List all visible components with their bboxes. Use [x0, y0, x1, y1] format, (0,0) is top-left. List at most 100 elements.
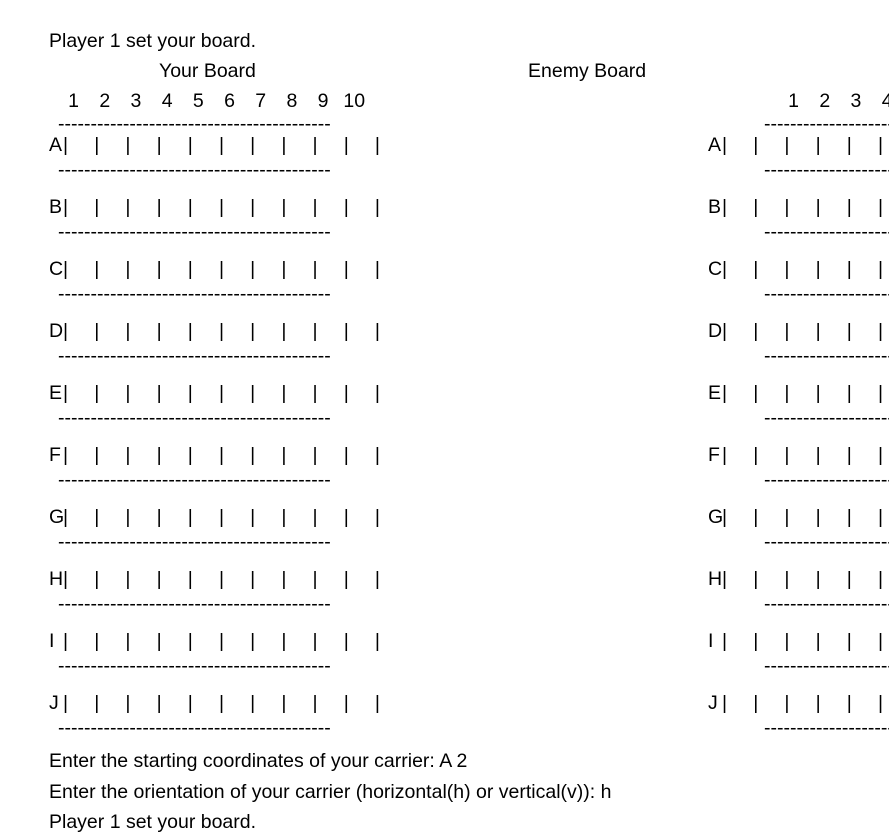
your-board-cell-C7[interactable]: | [250, 258, 281, 280]
your-board-cell-F7[interactable]: | [250, 444, 281, 466]
your-board-cell-H3[interactable]: | [125, 568, 156, 590]
your-board-cell-G4[interactable]: | [157, 506, 188, 528]
your-board-cell-I1[interactable]: | [63, 630, 94, 652]
your-board-cell-C5[interactable]: | [188, 258, 219, 280]
your-board-cell-C9[interactable]: | [313, 258, 344, 280]
enemy-board-cell-C2[interactable]: | [753, 258, 784, 280]
enemy-board-cell-F3[interactable]: | [784, 444, 815, 466]
your-board-cell-C4[interactable]: | [157, 258, 188, 280]
enemy-board-cell-H3[interactable]: | [784, 568, 815, 590]
your-board-cell-B1[interactable]: | [63, 196, 94, 218]
your-board-cell-J5[interactable]: | [188, 692, 219, 714]
your-board-cell-D6[interactable]: | [219, 320, 250, 342]
enemy-board-cell-G3[interactable]: | [784, 506, 815, 528]
your-board-cell-C2[interactable]: | [94, 258, 125, 280]
your-board-cell-A3[interactable]: | [125, 134, 156, 156]
enemy-board-cell-D5[interactable]: | [847, 320, 878, 342]
your-board-cell-C8[interactable]: | [281, 258, 312, 280]
enemy-board-cell-F1[interactable]: | [722, 444, 753, 466]
your-board-cell-G9[interactable]: | [313, 506, 344, 528]
enemy-board-cell-J4[interactable]: | [816, 692, 847, 714]
enemy-board-cell-D3[interactable]: | [784, 320, 815, 342]
enemy-board-cell-G2[interactable]: | [753, 506, 784, 528]
your-board-cell-D4[interactable]: | [157, 320, 188, 342]
your-board-cell-I3[interactable]: | [125, 630, 156, 652]
enemy-board-cell-H1[interactable]: | [722, 568, 753, 590]
enemy-board-cell-E1[interactable]: | [722, 382, 753, 404]
enemy-board-cell-J1[interactable]: | [722, 692, 753, 714]
your-board-cell-B9[interactable]: | [313, 196, 344, 218]
your-board-cell-E1[interactable]: | [63, 382, 94, 404]
enemy-board-cell-E2[interactable]: | [753, 382, 784, 404]
enemy-board-cell-I5[interactable]: | [847, 630, 878, 652]
enemy-board-cell-A1[interactable]: | [722, 134, 753, 156]
enemy-board-cell-G1[interactable]: | [722, 506, 753, 528]
your-board-cell-B3[interactable]: | [125, 196, 156, 218]
your-board-cell-E5[interactable]: | [188, 382, 219, 404]
enemy-board-cell-G6[interactable]: | [878, 506, 889, 528]
enemy-board-cell-I2[interactable]: | [753, 630, 784, 652]
your-board-cell-I5[interactable]: | [188, 630, 219, 652]
your-board-cell-F4[interactable]: | [157, 444, 188, 466]
your-board-cell-F6[interactable]: | [219, 444, 250, 466]
your-board-cell-J1[interactable]: | [63, 692, 94, 714]
enemy-board-cell-I6[interactable]: | [878, 630, 889, 652]
your-board-cell-A1[interactable]: | [63, 134, 94, 156]
enemy-board-cell-E6[interactable]: | [878, 382, 889, 404]
your-board-cell-J4[interactable]: | [157, 692, 188, 714]
your-board-cell-C1[interactable]: | [63, 258, 94, 280]
enemy-board-cell-E4[interactable]: | [816, 382, 847, 404]
enemy-board-cell-A2[interactable]: | [753, 134, 784, 156]
your-board-cell-E4[interactable]: | [157, 382, 188, 404]
your-board-cell-B2[interactable]: | [94, 196, 125, 218]
your-board-cell-C6[interactable]: | [219, 258, 250, 280]
enemy-board-cell-H6[interactable]: | [878, 568, 889, 590]
your-board-cell-A5[interactable]: | [188, 134, 219, 156]
your-board-cell-A10[interactable]: | [344, 134, 375, 156]
your-board-cell-C3[interactable]: | [125, 258, 156, 280]
enemy-board-cell-J6[interactable]: | [878, 692, 889, 714]
your-board-cell-D9[interactable]: | [313, 320, 344, 342]
enemy-board-cell-H2[interactable]: | [753, 568, 784, 590]
your-board-cell-G10[interactable]: | [344, 506, 375, 528]
your-board-cell-A9[interactable]: | [313, 134, 344, 156]
enemy-board-cell-C4[interactable]: | [816, 258, 847, 280]
your-board-cell-B4[interactable]: | [157, 196, 188, 218]
enemy-board-cell-I4[interactable]: | [816, 630, 847, 652]
your-board-cell-G3[interactable]: | [125, 506, 156, 528]
your-board-cell-F9[interactable]: | [313, 444, 344, 466]
your-board-cell-J6[interactable]: | [219, 692, 250, 714]
your-board-cell-E3[interactable]: | [125, 382, 156, 404]
enemy-board-cell-D4[interactable]: | [816, 320, 847, 342]
enemy-board-cell-J2[interactable]: | [753, 692, 784, 714]
your-board-cell-G8[interactable]: | [281, 506, 312, 528]
enemy-board-cell-D1[interactable]: | [722, 320, 753, 342]
enemy-board-cell-C3[interactable]: | [784, 258, 815, 280]
your-board-cell-E9[interactable]: | [313, 382, 344, 404]
your-board-cell-E10[interactable]: | [344, 382, 375, 404]
enemy-board-cell-F4[interactable]: | [816, 444, 847, 466]
your-board-cell-G5[interactable]: | [188, 506, 219, 528]
your-board-cell-J9[interactable]: | [313, 692, 344, 714]
your-board-cell-A7[interactable]: | [250, 134, 281, 156]
your-board-cell-F1[interactable]: | [63, 444, 94, 466]
your-board-cell-F5[interactable]: | [188, 444, 219, 466]
your-board-cell-D8[interactable]: | [281, 320, 312, 342]
your-board-cell-F2[interactable]: | [94, 444, 125, 466]
your-board-cell-B5[interactable]: | [188, 196, 219, 218]
your-board-cell-A6[interactable]: | [219, 134, 250, 156]
your-board-cell-I8[interactable]: | [281, 630, 312, 652]
enemy-board-cell-G4[interactable]: | [816, 506, 847, 528]
enemy-board-cell-D6[interactable]: | [878, 320, 889, 342]
your-board-cell-G1[interactable]: | [63, 506, 94, 528]
enemy-board-cell-D2[interactable]: | [753, 320, 784, 342]
enemy-board-cell-B6[interactable]: | [878, 196, 889, 218]
your-board-cell-H7[interactable]: | [250, 568, 281, 590]
your-board-cell-G2[interactable]: | [94, 506, 125, 528]
your-board-cell-I2[interactable]: | [94, 630, 125, 652]
enemy-board-cell-I3[interactable]: | [784, 630, 815, 652]
your-board-cell-D1[interactable]: | [63, 320, 94, 342]
enemy-board-cell-I1[interactable]: | [722, 630, 753, 652]
your-board-cell-B7[interactable]: | [250, 196, 281, 218]
your-board-cell-H9[interactable]: | [313, 568, 344, 590]
